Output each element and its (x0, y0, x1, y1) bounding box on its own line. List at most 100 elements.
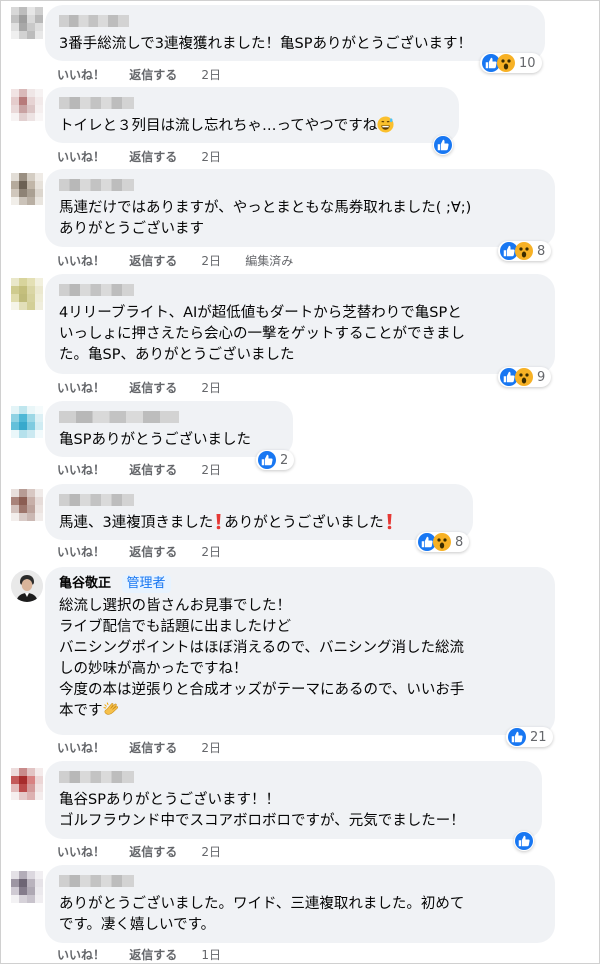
reply-button[interactable]: 返信する (129, 150, 177, 164)
reaction-summary[interactable]: 8 (498, 241, 552, 261)
comment-actions: いいね！ 返信する 2日 (57, 461, 241, 478)
avatar[interactable] (11, 406, 43, 438)
like-icon (508, 728, 526, 746)
reaction-summary[interactable] (433, 135, 453, 155)
reply-button[interactable]: 返信する (129, 463, 177, 477)
reaction-count: 9 (537, 369, 546, 385)
comment-actions: いいね！ 返信する 2日 (57, 379, 241, 396)
comment-timestamp[interactable]: 2日 (201, 68, 221, 82)
comment-text: 馬連、3連複頂きました ありがとうございました (59, 513, 461, 537)
comment-bubble: 4リリーブライト、AIが超低値もダートから芝替わりで亀SPと いっしょに押さえた… (45, 274, 555, 374)
reaction-count: 10 (519, 55, 536, 71)
reply-button[interactable]: 返信する (129, 381, 177, 395)
comment-text: 亀谷SPありがとうございます！！ ゴルフラウンド中でスコアボロボロですが、元気で… (59, 792, 465, 829)
like-button[interactable]: いいね！ (57, 463, 105, 477)
avatar[interactable] (11, 768, 43, 800)
admin-badge: 管理者 (121, 575, 171, 593)
comment-text-part: ありがとうございました (224, 515, 384, 531)
reaction-summary[interactable]: 9 (498, 367, 552, 387)
reply-button[interactable]: 返信する (129, 68, 177, 82)
blurred-author-name[interactable] (59, 771, 134, 783)
reaction-count: 8 (537, 243, 546, 259)
reply-button[interactable]: 返信する (129, 845, 177, 859)
comment-timestamp[interactable]: 2日 (201, 254, 221, 268)
wow-icon (497, 54, 515, 72)
like-button[interactable]: いいね！ (57, 254, 105, 268)
reply-button[interactable]: 返信する (129, 254, 177, 268)
reply-button[interactable]: 返信する (129, 741, 177, 755)
comment-actions: いいね！ 返信する 2日 (57, 66, 241, 83)
blurred-author-name[interactable] (59, 97, 134, 109)
reaction-summary[interactable] (514, 831, 534, 851)
comment-bubble: 亀谷SPありがとうございます！！ ゴルフラウンド中でスコアボロボロですが、元気で… (45, 761, 542, 839)
avatar[interactable] (11, 489, 43, 521)
red-exclamation-emoji (213, 513, 224, 537)
avatar[interactable] (11, 7, 43, 39)
reaction-count: 21 (530, 729, 547, 745)
author-avatar[interactable] (11, 570, 43, 602)
comment-timestamp[interactable]: 2日 (201, 741, 221, 755)
comment-timestamp[interactable]: 1日 (201, 948, 221, 962)
comment-timestamp[interactable]: 2日 (201, 381, 221, 395)
comment-actions: いいね！ 返信する 2日 (57, 148, 241, 165)
comment-text-body: 総流し選択の皆さんお見事でした！ ライブ配信でも話題に出ましたけど バニシングポ… (59, 598, 465, 719)
comment-bubble: トイレと３列目は流し忘れちゃ…ってやつですね (45, 87, 459, 143)
like-button[interactable]: いいね！ (57, 150, 105, 164)
comment-author-row: 亀谷敬正 管理者 (59, 575, 543, 593)
reaction-summary[interactable]: 10 (480, 53, 542, 73)
like-button[interactable]: いいね！ (57, 845, 105, 859)
like-button[interactable]: いいね！ (57, 948, 105, 962)
like-button[interactable]: いいね！ (57, 545, 105, 559)
reply-button[interactable]: 返信する (129, 545, 177, 559)
reaction-summary[interactable]: 21 (506, 727, 553, 747)
comment-text: 亀SPありがとうございました (59, 432, 251, 448)
like-icon (515, 832, 533, 850)
comment-text: 馬連だけではありますが、やっとまともな馬券取れました( ;∀;) ありがとうござ… (59, 200, 472, 237)
edited-label: 編集済み (245, 254, 294, 268)
comment-actions: いいね！ 返信する 2日 (57, 739, 241, 756)
blurred-author-name[interactable] (59, 179, 134, 191)
comment-actions: いいね！ 返信する 2日 (57, 543, 241, 560)
avatar[interactable] (11, 89, 43, 121)
red-exclamation-emoji (384, 513, 395, 537)
like-button[interactable]: いいね！ (57, 68, 105, 82)
avatar[interactable] (11, 173, 43, 205)
like-button[interactable]: いいね！ (57, 741, 105, 755)
reply-button[interactable]: 返信する (129, 948, 177, 962)
comment-timestamp[interactable]: 2日 (201, 150, 221, 164)
comment-bubble: 亀SPありがとうございました (45, 401, 293, 457)
comment-thread: 3番手総流しで3連複獲れました！亀SPありがとうございます！ 10 いいね！ 返… (0, 0, 600, 964)
reaction-count: 8 (455, 534, 464, 550)
blurred-author-name[interactable] (59, 411, 179, 423)
comment-text-part: 馬連、3連複頂きました (59, 515, 214, 531)
comment-text: ありがとうございました。ワイド、三連複取れました。初めて です。凄く嬉しいです。 (59, 896, 465, 933)
comment-timestamp[interactable]: 2日 (201, 845, 221, 859)
like-button[interactable]: いいね！ (57, 381, 105, 395)
like-icon (434, 136, 452, 154)
blurred-author-name[interactable] (59, 15, 129, 27)
comment-text-body: トイレと３列目は流し忘れちゃ…ってやつですね (59, 118, 378, 134)
reaction-summary[interactable]: 8 (416, 532, 470, 552)
comment-text: 4リリーブライト、AIが超低値もダートから芝替わりで亀SPと いっしょに押さえた… (59, 305, 465, 363)
wow-icon (515, 368, 533, 386)
comment-timestamp[interactable]: 2日 (201, 463, 221, 477)
comment-text: 総流し選択の皆さんお見事でした！ ライブ配信でも話題に出ましたけど バニシングポ… (59, 596, 543, 725)
comment-bubble: ありがとうございました。ワイド、三連複取れました。初めて です。凄く嬉しいです。 (45, 865, 555, 943)
blurred-author-name[interactable] (59, 284, 134, 296)
wow-icon (433, 533, 451, 551)
comment-actions: いいね！ 返信する 2日 (57, 843, 241, 860)
clapping-hands-emoji (102, 701, 120, 725)
comment-text: トイレと３列目は流し忘れちゃ…ってやつですね (59, 116, 447, 140)
comment-bubble: 亀谷敬正 管理者 総流し選択の皆さんお見事でした！ ライブ配信でも話題に出ました… (45, 567, 555, 735)
reaction-summary[interactable]: 2 (256, 450, 295, 470)
comment-bubble: 馬連だけではありますが、やっとまともな馬券取れました( ;∀;) ありがとうござ… (45, 169, 555, 247)
blurred-author-name[interactable] (59, 494, 134, 506)
comment-timestamp[interactable]: 2日 (201, 545, 221, 559)
comment-bubble: 馬連、3連複頂きました ありがとうございました (45, 484, 473, 540)
avatar[interactable] (11, 871, 43, 903)
blurred-author-name[interactable] (59, 875, 134, 887)
avatar[interactable] (11, 278, 43, 310)
author-name[interactable]: 亀谷敬正 (59, 576, 111, 591)
comment-actions: いいね！ 返信する 2日 編集済み (57, 252, 313, 269)
wow-icon (515, 242, 533, 260)
